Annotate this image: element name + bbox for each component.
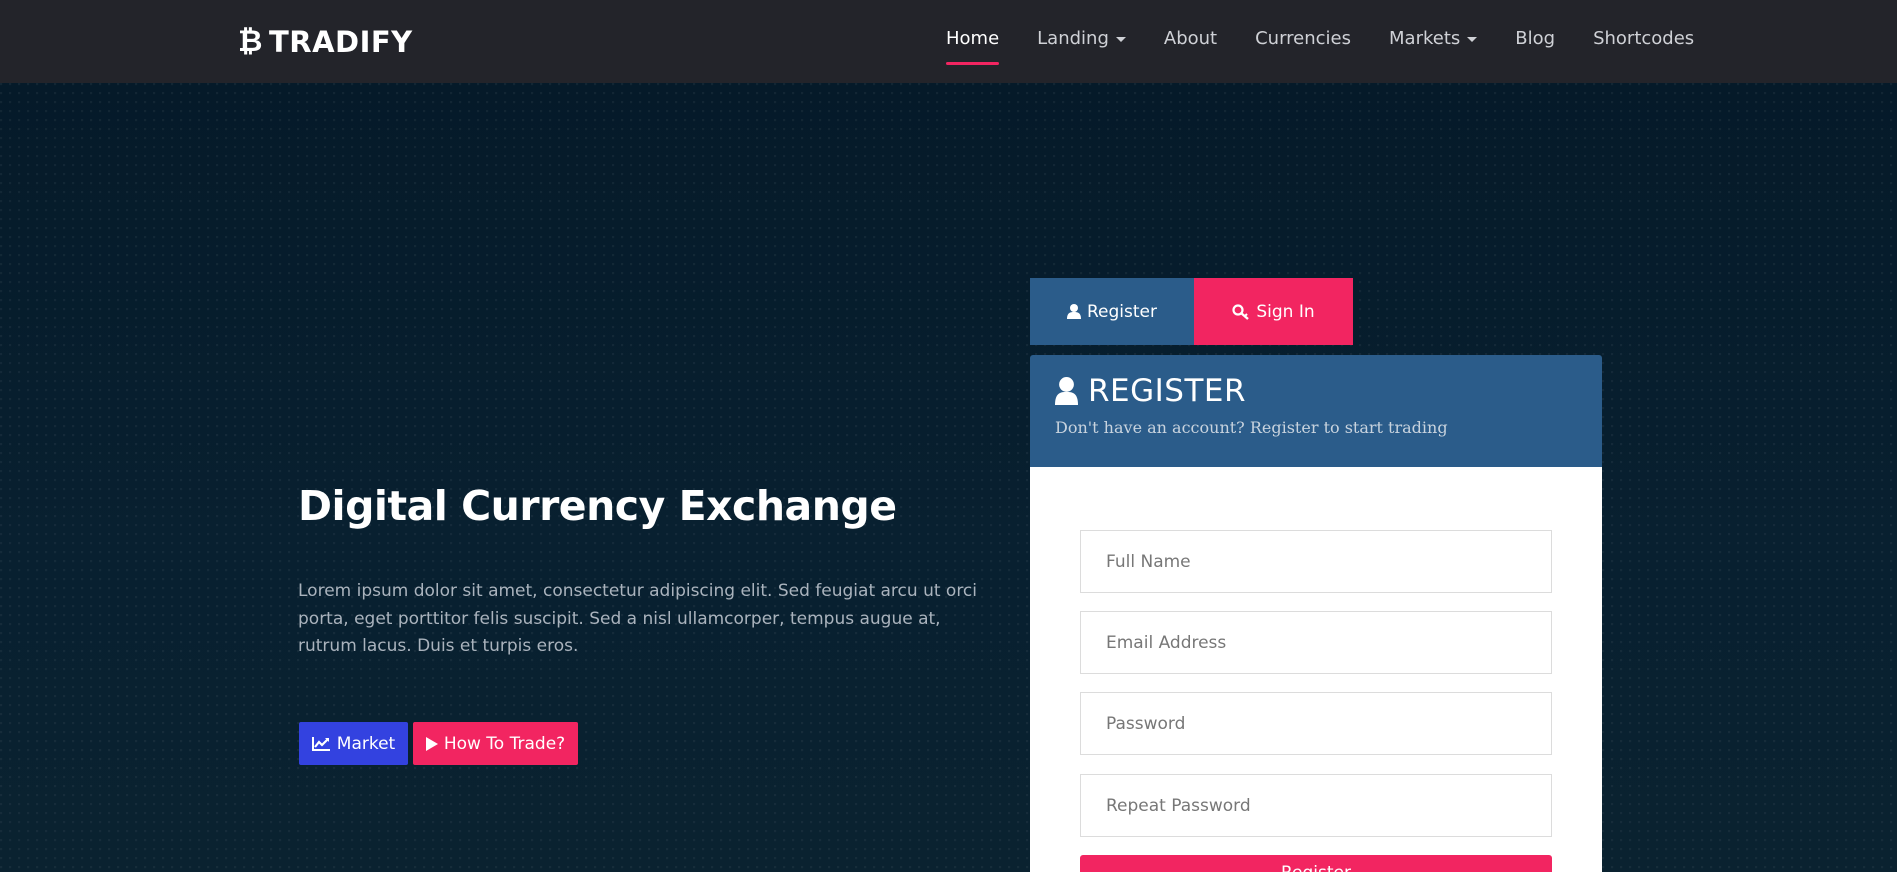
nav-item-shortcodes[interactable]: Shortcodes — [1593, 28, 1694, 49]
nav-item-label: Landing — [1037, 28, 1109, 49]
nav-item-blog[interactable]: Blog — [1515, 28, 1555, 49]
nav-item-home[interactable]: Home — [946, 28, 1000, 65]
nav-item-label: Markets — [1389, 28, 1461, 49]
password-input[interactable]: Password — [1080, 692, 1552, 755]
nav-item-about[interactable]: About — [1164, 28, 1217, 49]
password-placeholder: Password — [1106, 713, 1186, 734]
user-icon — [1055, 377, 1078, 405]
full-name-placeholder: Full Name — [1106, 551, 1191, 572]
tab-register[interactable]: Register — [1030, 278, 1194, 345]
line-chart-icon — [311, 736, 331, 751]
repeat-password-input[interactable]: Repeat Password — [1080, 774, 1552, 837]
hero-description: Lorem ipsum dolor sit amet, consectetur … — [298, 581, 978, 656]
brand-name: TRADIFY — [268, 24, 413, 59]
nav-item-label: Blog — [1515, 28, 1556, 49]
bitcoin-icon: ₿ — [238, 24, 263, 59]
how-to-trade-button[interactable]: How To Trade? — [413, 722, 578, 765]
repeat-password-placeholder: Repeat Password — [1106, 795, 1251, 816]
nav-item-markets[interactable]: Markets — [1389, 28, 1478, 49]
nav-item-label: Home — [946, 28, 1000, 49]
full-name-input[interactable]: Full Name — [1080, 530, 1552, 593]
navbar: ₿ TRADIFY Home Landing About Currencies … — [0, 0, 1897, 83]
market-button[interactable]: Market — [299, 722, 408, 765]
register-submit-button[interactable]: Register — [1080, 855, 1552, 872]
hero-title: Digital Currency Exchange — [298, 482, 897, 530]
register-panel-header: REGISTER Don't have an account? Register… — [1030, 355, 1602, 467]
market-button-label: Market — [336, 733, 396, 754]
caret-down-icon — [1115, 36, 1126, 42]
hero-section — [0, 83, 1897, 872]
user-icon — [1067, 304, 1081, 319]
key-icon — [1232, 303, 1250, 320]
panel-title: REGISTER — [1055, 373, 1246, 409]
main-nav: Home Landing About Currencies Markets Bl… — [946, 28, 1732, 65]
tab-sign-in-label: Sign In — [1256, 301, 1315, 322]
tab-sign-in[interactable]: Sign In — [1194, 278, 1353, 345]
register-form: Full Name Email Address Password Repeat … — [1030, 467, 1602, 872]
brand-logo[interactable]: ₿ TRADIFY — [238, 24, 413, 59]
play-icon — [425, 736, 438, 751]
panel-title-text: REGISTER — [1088, 373, 1247, 409]
nav-item-label: About — [1163, 28, 1218, 49]
caret-down-icon — [1467, 36, 1478, 42]
how-to-trade-label: How To Trade? — [443, 733, 566, 754]
nav-item-currencies[interactable]: Currencies — [1255, 28, 1351, 49]
email-input[interactable]: Email Address — [1080, 611, 1552, 674]
email-placeholder: Email Address — [1106, 632, 1227, 653]
panel-subtitle: Don't have an account? Register to start… — [1055, 418, 1448, 437]
tab-register-label: Register — [1087, 301, 1157, 322]
nav-item-landing[interactable]: Landing — [1037, 28, 1126, 49]
nav-item-label: Currencies — [1255, 28, 1352, 49]
nav-item-label: Shortcodes — [1593, 28, 1695, 49]
